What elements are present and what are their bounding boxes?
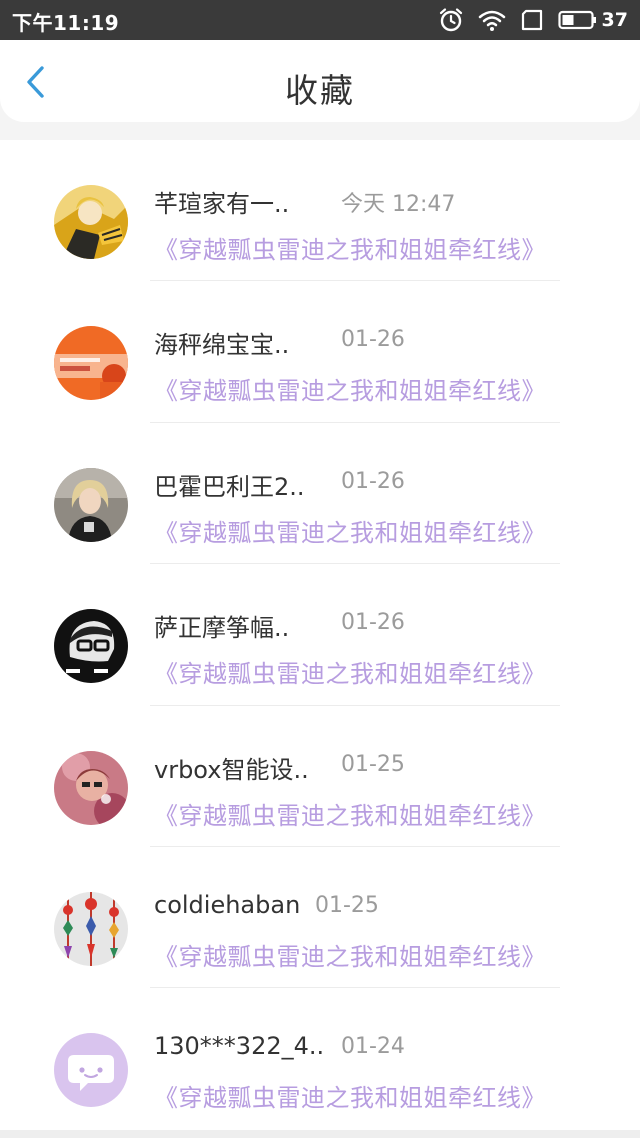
- list-item[interactable]: 巴霍巴利王2.. 01-26 《穿越瓢虫雷迪之我和姐姐牵红线》: [0, 423, 640, 565]
- item-name: 130***322_4..: [154, 1032, 325, 1061]
- avatar[interactable]: [54, 326, 128, 401]
- item-name: 海秤绵宝宝..: [154, 331, 290, 360]
- battery-level: 37: [601, 9, 628, 31]
- avatar-hanging-ornaments-icon: [54, 891, 128, 966]
- item-book-title[interactable]: 《穿越瓢虫雷迪之我和姐姐牵红线》: [154, 513, 546, 548]
- favorites-list: 芊瑄家有一.. 今天 12:47 《穿越瓢虫雷迪之我和姐姐牵红线》 海秤绵宝宝.…: [0, 140, 640, 1130]
- avatar[interactable]: [54, 1033, 128, 1108]
- avatar-glasses-bw-icon: [54, 609, 128, 684]
- item-time: 今天 12:47: [341, 192, 456, 217]
- item-time: 01-26: [341, 468, 405, 494]
- avatar[interactable]: [54, 891, 128, 966]
- list-item[interactable]: vrbox智能设.. 01-25 《穿越瓢虫雷迪之我和姐姐牵红线》: [0, 706, 640, 847]
- page-title: 收藏: [285, 71, 355, 110]
- item-book-title[interactable]: 《穿越瓢虫雷迪之我和姐姐牵红线》: [154, 230, 546, 265]
- list-item[interactable]: 萨正摩筝幅.. 01-26 《穿越瓢虫雷迪之我和姐姐牵红线》: [0, 564, 640, 706]
- item-name: 芊瑄家有一..: [154, 190, 290, 218]
- item-book-title[interactable]: 《穿越瓢虫雷迪之我和姐姐牵红线》: [154, 654, 546, 689]
- list-item[interactable]: 130***322_4.. 01-24 《穿越瓢虫雷迪之我和姐姐牵红线》: [0, 988, 640, 1129]
- item-name: vrbox智能设..: [154, 755, 309, 784]
- item-time: 01-25: [315, 892, 379, 918]
- avatar[interactable]: [54, 609, 128, 684]
- item-book-title[interactable]: 《穿越瓢虫雷迪之我和姐姐牵红线》: [154, 1078, 546, 1113]
- item-name: 巴霍巴利王2..: [154, 472, 305, 501]
- avatar[interactable]: [54, 467, 128, 542]
- item-time: 01-24: [341, 1034, 405, 1060]
- list-item[interactable]: 海秤绵宝宝.. 01-26 《穿越瓢虫雷迪之我和姐姐牵红线》: [0, 281, 640, 423]
- avatar-orange-banner-icon: [54, 326, 128, 401]
- item-name: coldiehaban: [154, 890, 301, 919]
- item-book-title[interactable]: 《穿越瓢虫雷迪之我和姐姐牵红线》: [154, 937, 546, 972]
- avatar-default-chat-icon: [54, 1033, 128, 1108]
- avatar-bee-character-icon: [54, 185, 128, 259]
- screen-icon: [521, 9, 542, 31]
- alarm-icon: [439, 8, 462, 32]
- item-time: 01-26: [341, 327, 405, 353]
- list-item[interactable]: coldiehaban 01-25 《穿越瓢虫雷迪之我和姐姐牵红线》: [0, 847, 640, 989]
- status-icons: 37: [438, 6, 628, 34]
- item-time: 01-25: [341, 751, 405, 777]
- avatar[interactable]: [54, 185, 128, 259]
- header-bar: 收藏: [0, 40, 640, 122]
- avatar-pink-portrait-icon: [54, 750, 128, 825]
- battery-group: 37: [557, 9, 628, 31]
- status-bar: 下午11:19 37: [0, 0, 640, 40]
- wifi-icon: [478, 10, 505, 31]
- item-name: 萨正摩筝幅..: [154, 614, 290, 643]
- item-book-title[interactable]: 《穿越瓢虫雷迪之我和姐姐牵红线》: [154, 371, 546, 406]
- list-item[interactable]: 芊瑄家有一.. 今天 12:47 《穿越瓢虫雷迪之我和姐姐牵红线》: [0, 140, 640, 282]
- status-time: 下午11:19: [12, 11, 120, 35]
- item-book-title[interactable]: 《穿越瓢虫雷迪之我和姐姐牵红线》: [154, 796, 546, 831]
- battery-icon: [557, 10, 596, 30]
- bottom-strip: [0, 1130, 640, 1138]
- avatar[interactable]: [54, 750, 128, 825]
- item-time: 01-26: [341, 610, 405, 636]
- avatar-blonde-person-icon: [54, 467, 128, 542]
